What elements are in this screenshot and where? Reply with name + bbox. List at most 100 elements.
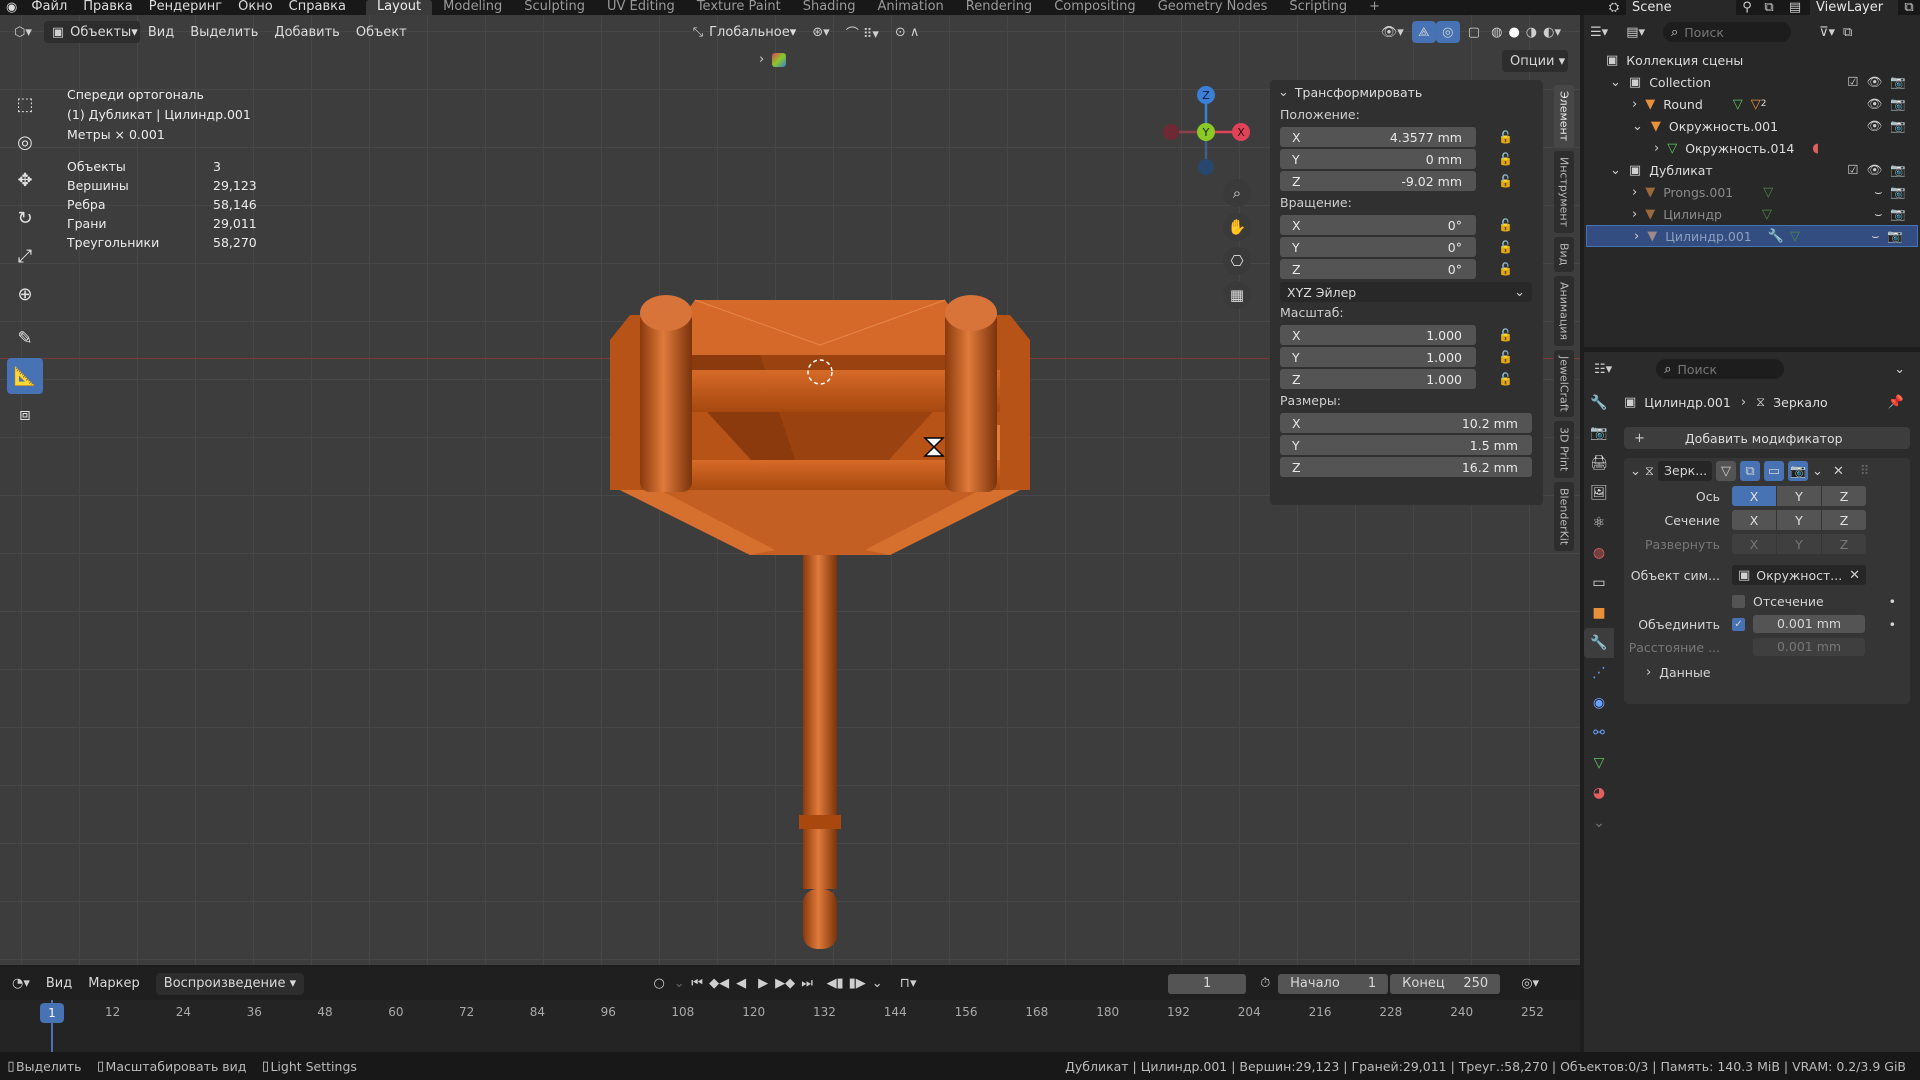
lock-icon[interactable]: 🔓 [1498,372,1513,386]
axis-x-toggle[interactable]: X [1732,486,1776,506]
xray-icon[interactable]: ▢ [1460,21,1488,43]
add-cube-tool-icon[interactable]: ⧈ [7,396,43,432]
rendered-shading-icon[interactable]: ◐▾ [1540,21,1564,43]
tab-3d-print[interactable]: 3D Print [1554,421,1574,478]
close-icon[interactable]: ✕ [1833,464,1844,479]
tab-shading[interactable]: Shading [792,0,867,15]
tab-modeling[interactable]: Modeling [432,0,513,15]
new-collection-icon[interactable]: ⧉ [1843,25,1852,40]
rotation-x-field[interactable]: X 0° [1280,215,1476,235]
chevron-down-icon[interactable]: ⌄ [1632,119,1643,134]
scale-z-field[interactable]: Z 1.000 [1280,369,1476,389]
tab-view[interactable]: Вид [1554,237,1574,272]
outliner-row-duplicate[interactable]: ⌄ ▣ Дубликат ☑ 👁 📷 [1584,159,1920,181]
lock-icon[interactable]: 🔓 [1498,130,1513,144]
camera-view-icon[interactable]: ⎔ [1223,247,1251,275]
navigation-gizmo[interactable]: Z X Y [1155,85,1255,185]
scene-selector[interactable]: Scene [1626,0,1736,15]
solid-shading-icon[interactable]: ● [1505,21,1522,43]
scale-tool-icon[interactable]: ⤢ [7,238,43,274]
render-tab-icon[interactable]: 📷 [1584,418,1614,448]
prev-keyframe-icon[interactable]: ◆◀ [708,976,730,991]
eye-icon[interactable]: 👁 [1867,74,1883,90]
bisect-y-toggle[interactable]: Y [1777,510,1821,530]
tab-uv-editing[interactable]: UV Editing [596,0,686,15]
chevron-down-icon[interactable]: ⌄ [1610,163,1621,178]
snap-icon[interactable]: ⌒ ⠿▾ [838,21,887,43]
pan-hand-icon[interactable]: ✋ [1223,213,1251,241]
clipping-checkbox[interactable] [1732,594,1745,608]
zoom-icon[interactable]: ⌕ [1223,179,1251,207]
chevron-right-icon[interactable]: › [1634,229,1639,244]
overlay-toggle-icon[interactable]: ◎ [1435,21,1460,43]
chevron-down-icon[interactable]: ⌄ [1812,464,1823,479]
location-y-field[interactable]: Y 0 mm [1280,149,1476,169]
snap-icon[interactable]: ⊓▾ [892,976,924,991]
eye-hidden-icon[interactable]: ⌣ [1874,184,1882,200]
keyframe-dot-icon[interactable]: • [1889,594,1896,609]
new-view-layer-icon[interactable]: ⧉ [1898,0,1920,15]
flip-z-toggle[interactable]: Z [1822,534,1866,554]
chevron-down-icon[interactable]: ⌄ [1630,464,1641,479]
orientation-selector[interactable]: ⤡ Глобальное ▾ [685,21,805,43]
flip-y-toggle[interactable]: Y [1777,534,1821,554]
lock-icon[interactable]: 🔓 [1498,350,1513,364]
axis-y-toggle[interactable]: Y [1777,486,1821,506]
camera-icon[interactable]: 📷 [1890,96,1906,112]
material-tab-icon[interactable]: ◕ [1584,778,1614,808]
particles-tab-icon[interactable]: ⋰ [1584,658,1614,688]
viewport-display-icon[interactable]: ▭ [1764,461,1785,481]
bisect-x-toggle[interactable]: X [1732,510,1776,530]
proportional-edit-icon[interactable]: ⊙ ∧ [887,21,928,43]
tab-compositing[interactable]: Compositing [1043,0,1147,15]
editor-type-icon[interactable]: ◔▾ [4,973,38,995]
new-scene-icon[interactable]: ⧉ [1758,0,1780,15]
camera-icon[interactable]: 📷 [1890,118,1906,134]
camera-icon[interactable]: 📷 [1887,228,1903,244]
active-tool-chevron-icon[interactable]: › [759,52,764,67]
timeline-menu-view[interactable]: Вид [38,973,80,995]
pin-icon[interactable]: 📌 [1888,395,1904,410]
lock-icon[interactable]: 🔓 [1498,174,1513,188]
outliner-row-scene-collection[interactable]: ▣ Коллекция сцены [1584,49,1920,71]
editor-type-icon[interactable]: ⬡▾ [6,21,40,43]
timeline-menu-marker[interactable]: Маркер [80,973,148,995]
chevron-right-icon[interactable]: › [1632,97,1637,112]
annotate-tool-icon[interactable]: ✎ [7,320,43,356]
outliner-row-prongs-001[interactable]: › ▼ Prongs.001 ▽ ⌣ 📷 [1584,181,1920,203]
chevron-right-icon[interactable]: › [1632,207,1637,222]
menu-file[interactable]: Файл [23,0,75,15]
tab-rendering[interactable]: Rendering [955,0,1043,15]
scene-icon[interactable]: ⛭ [1602,0,1626,15]
transform-header[interactable]: ⌄ Трансформировать [1270,80,1543,104]
view-layer-icon[interactable]: ▤ [1780,0,1810,15]
measure-tool-icon[interactable]: 📐 [7,358,43,394]
jewelry-model[interactable] [600,255,1040,965]
camera-icon[interactable]: 📷 [1890,74,1906,90]
clear-icon[interactable]: ✕ [1849,568,1860,583]
outliner-search-input[interactable]: ⌕ Поиск [1663,22,1791,42]
camera-icon[interactable]: 📷 [1890,206,1906,222]
eye-hidden-icon[interactable]: ⌣ [1871,228,1879,244]
lock-icon[interactable]: 🔓 [1498,262,1513,276]
data-subpanel-header[interactable]: › Данные [1624,658,1910,686]
end-frame-field[interactable]: Конец 250 [1390,973,1501,994]
prev-frame-icon[interactable]: ◀▮ [824,976,846,991]
outliner-row-circle-014[interactable]: › ▽ Окружность.014 ◖ [1584,137,1920,159]
editor-type-icon[interactable]: ☷▾ [1594,362,1612,377]
next-keyframe-icon[interactable]: ▶◆ [774,976,796,991]
start-frame-field[interactable]: Начало 1 [1278,973,1389,994]
menu-render[interactable]: Рендеринг [141,0,230,15]
playback-dropdown[interactable]: Воспроизведение ▾ [155,972,305,995]
rotation-y-field[interactable]: Y 0° [1280,237,1476,257]
edit-cage-icon[interactable]: ▽ [1716,461,1737,481]
edit-mode-icon[interactable]: ⧉ [1740,461,1761,481]
properties-search-input[interactable]: ⌕ Поиск [1656,359,1785,379]
transform-tool-icon[interactable]: ⊕ [7,276,43,312]
mode-selector[interactable]: ▣ Объекты ▾ [43,21,140,43]
menu-add[interactable]: Добавить [266,21,347,43]
pivot-icon[interactable]: ⊛▾ [804,21,837,43]
tab-layout[interactable]: Layout [365,0,433,15]
eye-icon[interactable]: 👁 [1867,96,1883,112]
cursor-tool-icon[interactable]: ◎ [7,124,43,160]
